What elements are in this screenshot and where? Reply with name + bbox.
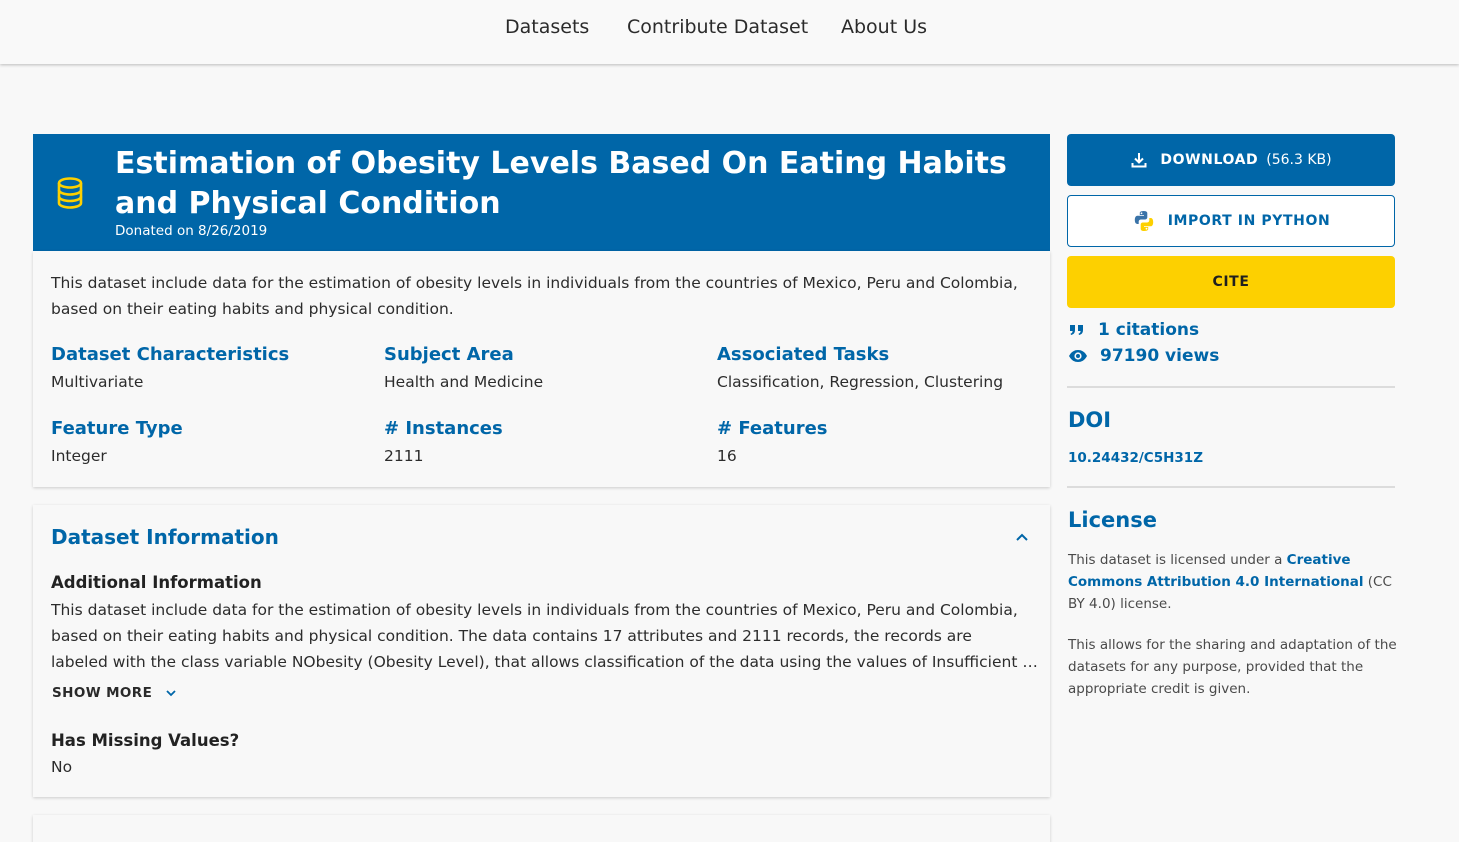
show-more-button[interactable]: SHOW MORE	[52, 685, 178, 701]
stat-value: 2111	[384, 447, 424, 465]
import-python-label: IMPORT IN PYTHON	[1167, 213, 1331, 229]
chevron-down-icon	[166, 690, 176, 697]
sidebar-divider	[1067, 486, 1395, 488]
stat-label: Dataset Characteristics	[51, 344, 290, 365]
nav-about-link[interactable]: About Us	[841, 16, 927, 38]
stat-value: Health and Medicine	[384, 373, 544, 391]
stat-value: 16	[717, 447, 737, 465]
show-more-label: SHOW MORE	[52, 685, 153, 701]
missing-values-heading: Has Missing Values?	[51, 731, 240, 750]
dataset-description: This dataset include data for the estima…	[51, 274, 1018, 318]
dataset-header: Estimation of Obesity Levels Based On Ea…	[33, 134, 1050, 251]
download-label: DOWNLOAD	[1160, 152, 1259, 168]
license-description: This allows for the sharing and adaptati…	[1068, 637, 1397, 697]
stat-feature-type: Feature Type Integer	[51, 417, 371, 465]
stat-features: # Features 16	[717, 417, 1037, 465]
citations-link[interactable]: 1 citations	[1068, 320, 1199, 340]
license-text-pre: This dataset is licensed under a	[1068, 552, 1287, 568]
import-python-button[interactable]: IMPORT IN PYTHON	[1067, 195, 1395, 247]
stat-instances: # Instances 2111	[384, 417, 704, 465]
stat-value: Integer	[51, 447, 107, 465]
download-size: (56.3 KB)	[1266, 152, 1332, 168]
additional-info-line: labeled with the class variable NObesity…	[51, 653, 1041, 671]
additional-info-line: based on their eating habits and physica…	[51, 627, 972, 645]
cite-button[interactable]: CITE	[1067, 256, 1395, 308]
stat-label: Associated Tasks	[717, 344, 890, 365]
donated-date: Donated on 8/26/2019	[115, 223, 268, 239]
eye-icon	[1069, 350, 1087, 362]
additional-info-text: This dataset include data for the estima…	[51, 597, 1041, 675]
license-heading: License	[1068, 508, 1157, 532]
nav-contribute-link[interactable]: Contribute Dataset	[627, 16, 808, 38]
views-count-row: 97190 views	[1068, 346, 1219, 366]
database-icon	[57, 177, 83, 209]
doi-link[interactable]: 10.24432/C5H31Z	[1068, 450, 1203, 466]
stat-label: Subject Area	[384, 344, 514, 365]
stat-label: # Features	[717, 418, 828, 439]
stat-value: Classification, Regression, Clustering	[717, 373, 1004, 391]
next-section-card	[33, 815, 1050, 842]
additional-info-line: This dataset include data for the estima…	[51, 601, 1018, 619]
dataset-title: Estimation of Obesity Levels Based On Ea…	[115, 146, 1007, 221]
section-title: Dataset Information	[51, 525, 279, 549]
chevron-up-icon[interactable]	[1013, 529, 1031, 547]
additional-info-heading: Additional Information	[51, 573, 262, 592]
dataset-summary-card: This dataset include data for the estima…	[33, 251, 1050, 487]
stat-subject-area: Subject Area Health and Medicine	[384, 343, 704, 391]
python-icon	[1134, 211, 1153, 231]
download-button[interactable]: DOWNLOAD (56.3 KB)	[1067, 134, 1395, 186]
citations-count: 1 citations	[1098, 320, 1200, 340]
nav-datasets-link[interactable]: Datasets	[505, 16, 589, 38]
missing-values-value: No	[51, 758, 73, 776]
top-navbar: Datasets Contribute Dataset About Us	[0, 0, 1459, 64]
stat-dataset-characteristics: Dataset Characteristics Multivariate	[51, 343, 371, 391]
download-icon	[1131, 153, 1147, 168]
license-text: This dataset is licensed under a Creativ…	[1068, 549, 1398, 615]
doi-heading: DOI	[1068, 408, 1112, 432]
stat-associated-tasks: Associated Tasks Classification, Regress…	[717, 343, 1037, 391]
quote-icon	[1070, 325, 1083, 335]
stat-label: # Instances	[384, 418, 503, 439]
views-count: 97190 views	[1100, 346, 1220, 366]
sidebar-divider	[1067, 386, 1395, 388]
cite-label: CITE	[1212, 274, 1250, 290]
stat-value: Multivariate	[51, 373, 144, 391]
stat-label: Feature Type	[51, 418, 183, 439]
dataset-information-card: Dataset Information Additional Informati…	[33, 505, 1050, 797]
